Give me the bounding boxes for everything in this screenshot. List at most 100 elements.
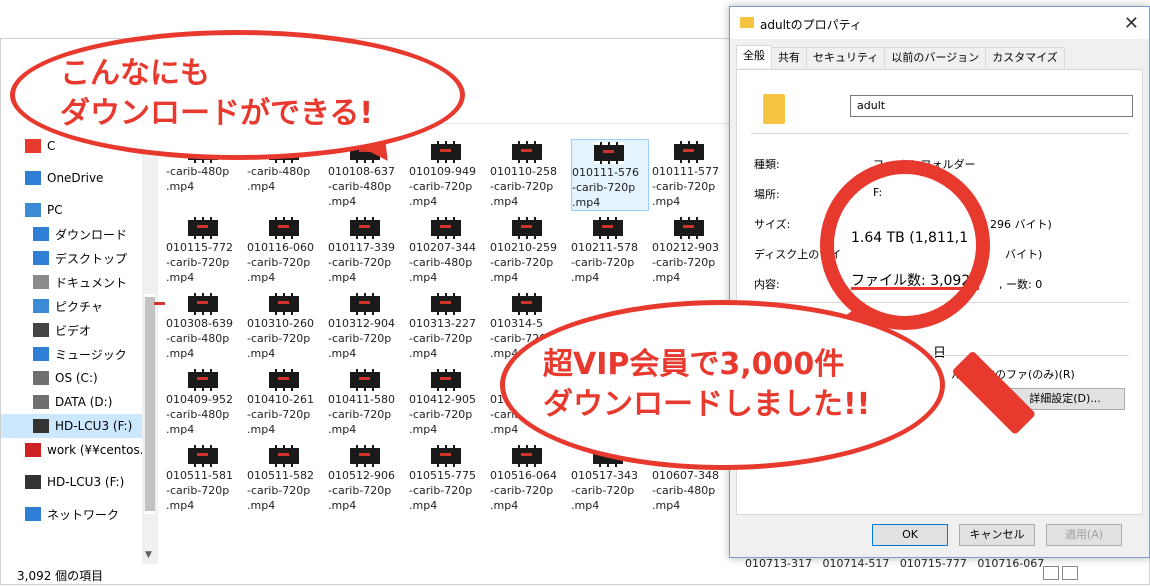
tab-customize[interactable]: カスタマイズ [985,47,1065,68]
nav-item[interactable]: ピクチャ [1,294,142,318]
nav-item[interactable]: OS (C:) [1,366,142,390]
nav-item-label: ミュージック [55,347,127,362]
nav-item[interactable]: ネットワーク [1,502,142,526]
file-item[interactable]: 010312-904 -carib-720p .mp4 [328,291,406,363]
file-item[interactable]: 010710-264 [490,519,568,521]
tab-sharing[interactable]: 共有 [771,47,807,68]
nav-item-label: DATA (D:) [55,395,113,409]
file-item[interactable]: 010210-259 -carib-720p .mp4 [490,215,568,287]
nav-item[interactable]: PC [1,198,142,222]
nav-item[interactable]: ビデオ [1,318,142,342]
file-item[interactable]: 010412-905 -carib-720p .mp4 [409,367,487,439]
contents-label: 内容: [754,278,780,291]
file-name: 010111-577 -carib-720p .mp4 [652,165,719,208]
network-drive-icon [25,443,41,457]
video-thumbnail-icon [674,217,704,239]
scrollbar-thumb[interactable] [145,294,165,514]
file-item[interactable]: 010511-581 -carib-720p .mp4 [166,443,244,515]
tab-previous-versions[interactable]: 以前のバージョン [884,47,987,68]
details-view-icon[interactable] [1043,566,1059,580]
nav-item-label: OneDrive [47,171,104,185]
file-item[interactable]: 010310-260 -carib-720p .mp4 [247,291,325,363]
file-item[interactable]: 010616-065 [247,519,325,521]
file-item[interactable]: 010116-060 -carib-720p .mp4 [247,215,325,287]
tab-general[interactable]: 全般 [736,45,772,68]
file-item[interactable]: 010516-064 -carib-720p .mp4 [490,443,568,515]
file-name: 010411-580 -carib-720p .mp4 [328,393,395,436]
nav-item[interactable]: ミュージック [1,342,142,366]
file-item[interactable]: 010211-578 -carib-720p .mp4 [571,215,649,287]
nav-item[interactable]: HD-LCU3 (F:) [1,414,142,438]
file-name: 010409-952 -carib-480p .mp4 [166,393,233,436]
file-item[interactable]: 010712-908 [652,519,730,521]
nav-item-label: C [47,139,56,153]
file-item[interactable]: 010512-906 -carib-720p .mp4 [328,443,406,515]
video-thumbnail-icon [431,141,461,163]
video-thumbnail-icon [350,293,380,315]
file-item[interactable]: 010409-952 -carib-480p .mp4 [166,367,244,439]
file-item[interactable]: 010110-258 -carib-720p .mp4 [490,139,568,211]
cloud-icon [25,139,41,153]
desktop-icon [33,251,49,265]
nav-item[interactable]: OneDrive [1,166,142,190]
file-item[interactable]: 010117-339 -carib-720p .mp4 [328,215,406,287]
tab-security[interactable]: セキュリティ [806,47,886,68]
file-item[interactable]: 010411-580 -carib-720p .mp4 [328,367,406,439]
file-name: 010308-639 -carib-480p .mp4 [166,317,233,360]
view-toggle[interactable] [1043,566,1083,580]
file-item[interactable]: 010515-775 -carib-720p .mp4 [409,443,487,515]
file-name: -carib-480p .mp4 [166,165,230,193]
file-item[interactable]: 010212-903 -carib-720p .mp4 [652,215,730,287]
nav-item[interactable]: ドキュメント [1,270,142,294]
file-item[interactable]: 010111-576 -carib-720p .mp4 [571,139,649,211]
close-icon[interactable]: ✕ [1124,13,1139,34]
video-thumbnail-icon [269,293,299,315]
file-item[interactable]: 010109-949 -carib-720p .mp4 [409,139,487,211]
video-thumbnail-icon [269,445,299,467]
onedrive-icon [25,171,41,185]
scroll-down-arrow-icon[interactable]: ▼ [145,550,152,560]
video-thumbnail-icon [431,293,461,315]
ok-button[interactable]: OK [872,524,948,546]
music-icon [33,347,49,361]
file-item[interactable]: 010616-001 [166,519,244,521]
file-item[interactable]: 010111-577 -carib-720p .mp4 [652,139,730,211]
file-name: 010210-259 -carib-720p .mp4 [490,241,557,284]
video-thumbnail-icon [188,369,218,391]
nav-item[interactable]: デスクトップ [1,246,142,270]
divider [751,133,1129,134]
nav-item[interactable]: DATA (D:) [1,390,142,414]
nav-item-label: PC [47,203,63,217]
video-thumbnail-icon [350,369,380,391]
file-item[interactable]: 010207-344 -carib-480p .mp4 [409,215,487,287]
file-item[interactable]: 010707-349 [409,519,487,521]
file-name: 010207-344 -carib-480p .mp4 [409,241,476,284]
nav-scrollbar[interactable]: ▼ [142,134,165,564]
size-on-disk-value: バイト) [1005,248,1043,261]
nav-item[interactable]: work (¥¥centos.s [1,438,142,462]
file-name: 010410-261 -carib-720p .mp4 [247,393,314,436]
callout-text-2: 超VIP会員で3,000件 ダウンロードしました!! [543,347,871,422]
video-thumbnail-icon [674,141,704,163]
cancel-button[interactable]: キャンセル [959,524,1035,546]
large-icons-view-icon[interactable] [1062,566,1078,580]
nav-item-label: HD-LCU3 (F:) [55,419,133,433]
nav-item-label: HD-LCU3 (F:) [47,475,125,489]
video-thumbnail-icon [431,445,461,467]
apply-button[interactable]: 適用(A) [1046,524,1122,546]
video-thumbnail-icon [431,217,461,239]
folder-name-input[interactable]: adult [850,95,1133,117]
file-item[interactable]: 010313-227 -carib-720p .mp4 [409,291,487,363]
file-name: 010312-904 -carib-720p .mp4 [328,317,395,360]
file-item[interactable]: 010511-582 -carib-720p .mp4 [247,443,325,515]
nav-item[interactable]: ダウンロード [1,222,142,246]
file-item[interactable]: 010115-772 -carib-720p .mp4 [166,215,244,287]
video-thumbnail-icon [594,142,624,164]
file-item[interactable]: 010410-261 -carib-720p .mp4 [247,367,325,439]
file-item[interactable]: 010711-584 [571,519,649,521]
nav-item[interactable]: HD-LCU3 (F:) [1,470,142,494]
file-item[interactable]: 010617-344 [328,519,406,521]
file-name: 010117-339 -carib-720p .mp4 [328,241,395,284]
video-icon [33,323,49,337]
file-item[interactable]: 010308-639 -carib-480p .mp4 [166,291,244,363]
